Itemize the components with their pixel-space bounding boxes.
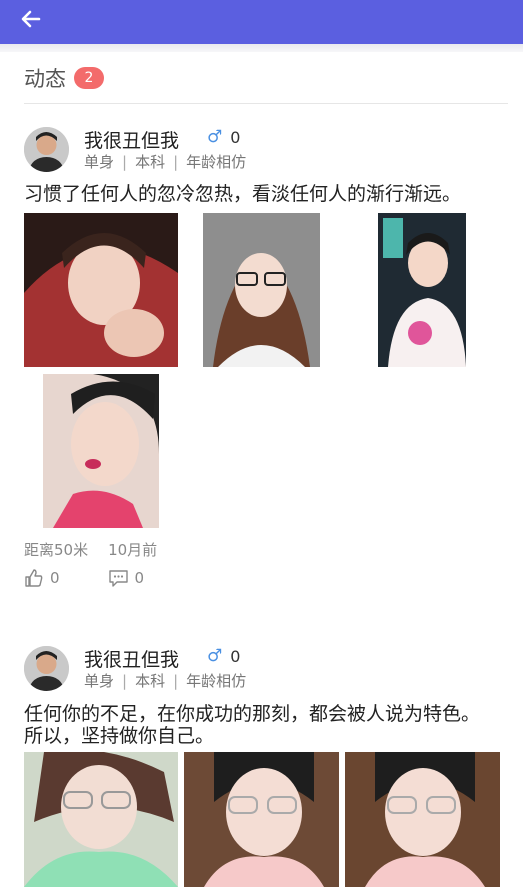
post-actions: 0 0 [24,568,144,588]
post-text-line: 任何你的不足，在你成功的那刻，都会被人说为特色。 [24,703,481,725]
user-tags: 单身 | 本科 | 年龄相仿 [84,672,247,690]
male-icon: ♂ [207,127,223,147]
post-photo[interactable] [43,374,159,528]
comment-button[interactable]: 0 [108,568,145,588]
post-photo[interactable] [203,213,320,367]
avatar[interactable] [24,127,69,172]
post-text: 任何你的不足，在你成功的那刻，都会被人说为特色。 所以，坚持做你自己。 [24,703,508,747]
post-photo[interactable] [378,213,466,367]
distance-label: 距离50米 [24,541,89,559]
post-meta: 距离50米 10月前 [24,539,157,560]
like-button[interactable]: 0 [24,568,60,588]
user-tags: 单身 | 本科 | 年龄相仿 [84,153,247,171]
count-badge: 2 [74,66,104,89]
comment-icon [108,570,128,587]
post-photo[interactable] [24,213,178,367]
post-card: 我很丑但我 ♂ 0 单身 | 本科 | 年龄相仿 任何你的不足，在你成功的那刻，都会被人… [24,644,508,887]
thumbs-up-icon [25,569,43,587]
gender-count: 0 [230,646,241,666]
avatar[interactable] [24,646,69,691]
section-header: 动态 2 [24,52,508,104]
post-text-line: 所以，坚持做你自己。 [24,725,215,747]
tag-education: 本科 [135,672,166,690]
gender-count: 0 [230,127,241,147]
back-button[interactable] [14,4,48,34]
post-text: 习惯了任何人的忽冷忽热，看淡任何人的渐行渐远。 [24,183,462,205]
username[interactable]: 我很丑但我 [84,126,179,153]
username[interactable]: 我很丑但我 [84,645,179,672]
post-photo[interactable] [345,752,500,887]
top-app-bar [0,0,523,44]
section-title: 动态 [24,66,66,91]
male-icon: ♂ [207,646,223,666]
time-label: 10月前 [108,541,158,559]
tag-education: 本科 [135,153,166,171]
arrow-left-icon [21,10,41,28]
post-photo[interactable] [184,752,339,887]
tag-marital: 单身 [84,153,115,171]
tag-marital: 单身 [84,672,115,690]
gender-indicator: ♂ 0 [207,127,240,147]
tag-age: 年龄相仿 [186,672,247,690]
post-card: 我很丑但我 ♂ 0 单身 | 本科 | 年龄相仿 习惯了任何人的忽冷忽热，看淡任何人的渐… [24,124,508,594]
post-photo[interactable] [24,752,178,887]
tag-age: 年龄相仿 [186,153,247,171]
gender-indicator: ♂ 0 [207,646,240,666]
app-bar-shadow [0,44,523,52]
like-count: 0 [50,569,60,587]
comment-count: 0 [134,569,145,587]
